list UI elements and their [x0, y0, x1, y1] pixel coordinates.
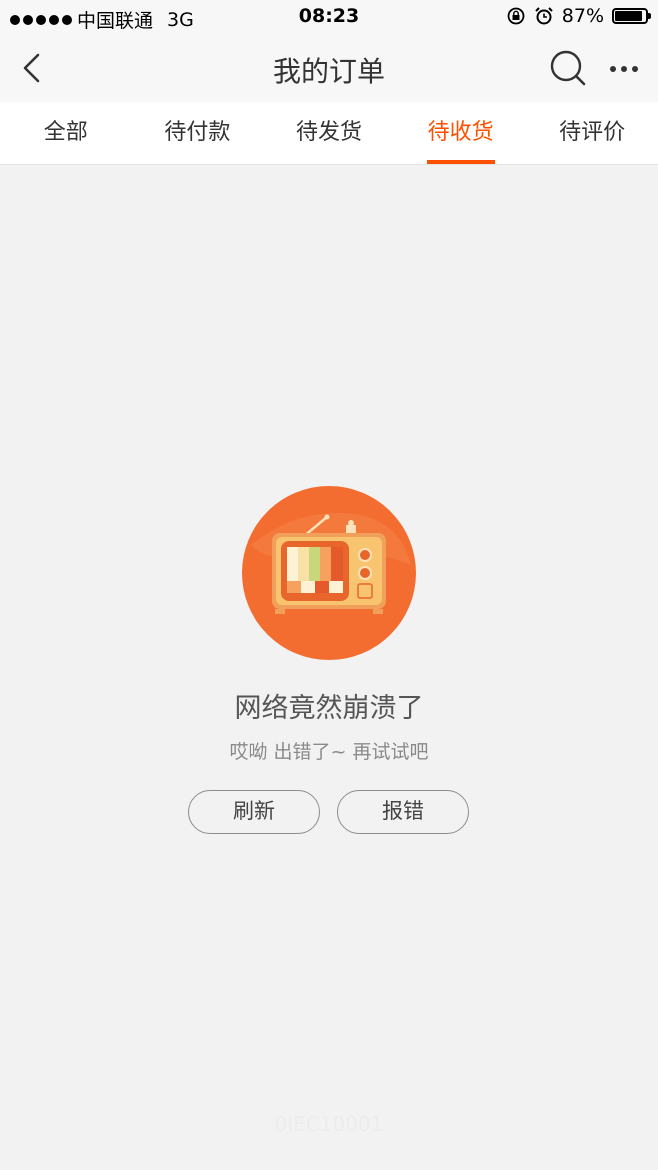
tab-pending-shipment[interactable]: 待发货 — [263, 102, 395, 164]
search-icon[interactable] — [548, 48, 588, 88]
active-tab-indicator — [426, 160, 495, 164]
alarm-icon — [535, 7, 553, 25]
order-tabs: 全部 待付款 待发货 待收货 待评价 — [0, 102, 658, 165]
nav-bar: 我的订单 — [0, 34, 658, 102]
rotation-lock-icon — [507, 7, 525, 25]
tab-label: 全部 — [43, 120, 88, 145]
error-title: 网络竟然崩溃了 — [234, 693, 424, 724]
status-bar: 中国联通 3G 08:23 87% — [0, 0, 658, 34]
tab-pending-review[interactable]: 待评价 — [526, 102, 658, 164]
battery-percent: 87% — [561, 5, 604, 27]
tab-label: 待发货 — [295, 120, 362, 145]
refresh-button[interactable]: 刷新 — [188, 790, 320, 834]
error-subtitle: 哎呦 出错了~ 再试试吧 — [229, 741, 429, 763]
battery-icon — [612, 8, 651, 24]
tab-all[interactable]: 全部 — [0, 102, 132, 164]
tab-label: 待评价 — [559, 120, 626, 145]
broken-tv-illustration — [242, 486, 416, 660]
tab-label: 待收货 — [427, 120, 494, 145]
status-right: 87% — [506, 5, 651, 27]
tab-pending-receipt[interactable]: 待收货 — [395, 102, 527, 164]
error-code: 0IEC10001 — [274, 1112, 384, 1136]
more-horizontal-icon[interactable] — [604, 54, 644, 84]
tab-label: 待付款 — [164, 120, 231, 145]
report-error-button[interactable]: 报错 — [337, 790, 469, 834]
tab-pending-payment[interactable]: 待付款 — [132, 102, 264, 164]
